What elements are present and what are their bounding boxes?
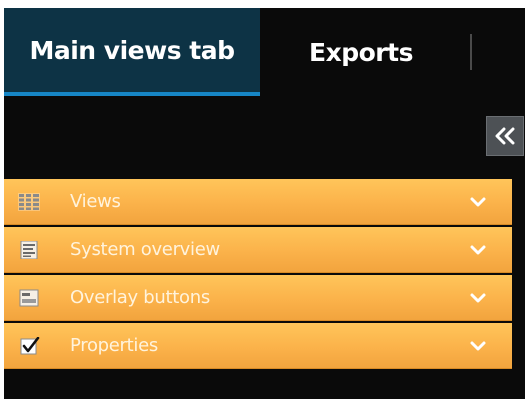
- grid-icon: [18, 193, 40, 211]
- tab-main-views[interactable]: Main views tab: [4, 8, 260, 96]
- tab-bar: Main views tab Exports: [4, 8, 525, 96]
- chevron-down-icon: [470, 245, 486, 255]
- chevron-down-icon: [470, 293, 486, 303]
- tab-divider: [470, 34, 472, 70]
- panel-properties-label: Properties: [70, 335, 158, 356]
- panel-system-overview-label: System overview: [70, 239, 220, 260]
- side-panel: Main views tab Exports Views System over…: [4, 8, 525, 399]
- document-list-icon: [20, 241, 38, 259]
- panel-properties-header[interactable]: Properties: [4, 323, 512, 369]
- panel-overlay-buttons-header[interactable]: Overlay buttons: [4, 275, 512, 321]
- collapse-panel-button[interactable]: [486, 116, 524, 156]
- panel-views-label: Views: [70, 191, 121, 212]
- double-chevron-left-icon: [495, 127, 515, 145]
- accordion-panels: Views System overview Overlay buttons Pr…: [4, 179, 512, 371]
- screenshot-frame: Main views tab Exports Views System over…: [0, 0, 529, 399]
- chevron-down-icon: [470, 341, 486, 351]
- overlay-buttons-icon: [19, 289, 39, 307]
- panel-system-overview-header[interactable]: System overview: [4, 227, 512, 273]
- checkbox-checked-icon: [20, 337, 40, 355]
- tab-main-views-label: Main views tab: [29, 35, 235, 65]
- panel-overlay-buttons-label: Overlay buttons: [70, 287, 210, 308]
- tab-exports[interactable]: Exports: [266, 8, 456, 96]
- chevron-down-icon: [470, 197, 486, 207]
- tab-exports-label: Exports: [309, 37, 413, 67]
- panel-views-header[interactable]: Views: [4, 179, 512, 225]
